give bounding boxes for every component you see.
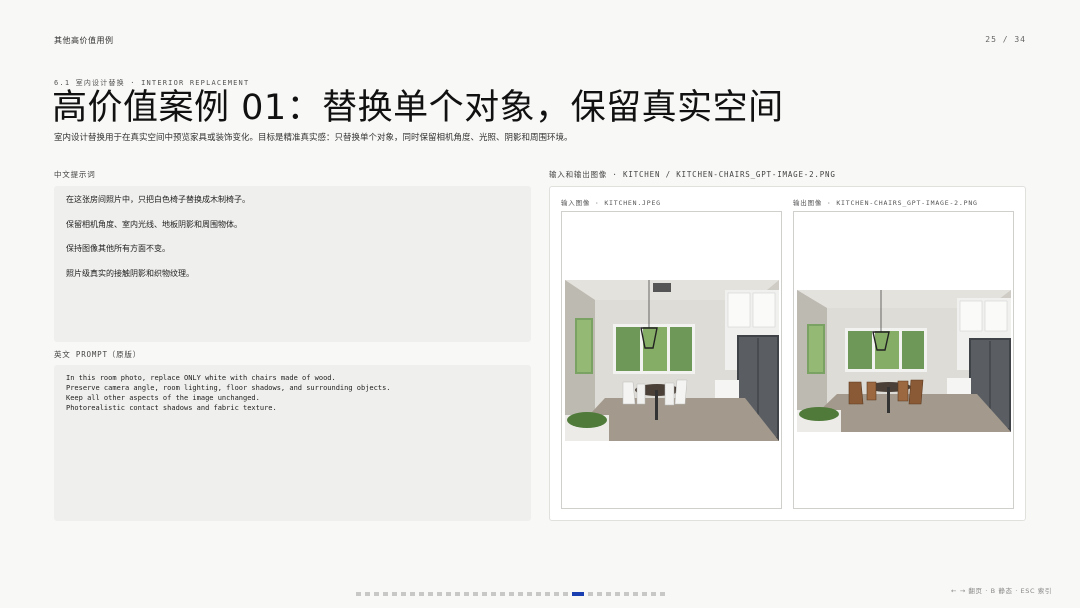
page-dot[interactable] <box>597 592 602 596</box>
prompt-zh-label: 中文提示词 <box>54 170 96 179</box>
prompt-zh-line: 保留相机角度、室内光线、地板阴影和周围物体。 <box>66 219 242 229</box>
prompt-en-box: In this room photo, replace ONLY white w… <box>54 365 531 521</box>
page-dot[interactable] <box>419 592 424 596</box>
page-dot[interactable] <box>401 592 406 596</box>
prompt-zh-box: 在这张房间照片中，只把白色椅子替换成木制椅子。 保留相机角度、室内光线、地板阴影… <box>54 186 531 342</box>
page-dot[interactable] <box>624 592 629 596</box>
prompt-zh-line: 保持图像其他所有方面不变。 <box>66 244 170 253</box>
page-dot[interactable] <box>545 592 550 596</box>
output-image-label: 输出图像 · KITCHEN-CHAIRS_GPT-IMAGE-2.PNG <box>793 199 978 207</box>
page-indicator <box>356 592 665 596</box>
section-label: 6.1 室内设计替换 · INTERIOR REPLACEMENT <box>54 79 250 87</box>
section-description: 室内设计替换用于在真实空间中预览家具或装饰变化。目标是精准真实感：只替换单个对象… <box>54 133 573 143</box>
page-dot[interactable] <box>437 592 442 596</box>
page-dot[interactable] <box>633 592 638 596</box>
page-dot[interactable] <box>642 592 647 596</box>
page-dot[interactable] <box>500 592 505 596</box>
page-dot[interactable] <box>527 592 532 596</box>
page-dot[interactable] <box>428 592 433 596</box>
input-image-label: 输入图像 · KITCHEN.JPEG <box>561 199 661 207</box>
keyboard-nav-hint: ← → 翻页 · B 静态 · ESC 索引 <box>951 587 1052 595</box>
page-title: 高价值案例 01：替换单个对象，保留真实空间 <box>52 88 784 128</box>
page-dot[interactable] <box>464 592 469 596</box>
prompt-zh-line: 照片级真实的接触阴影和织物纹理。 <box>66 268 194 278</box>
page-dot[interactable] <box>491 592 496 596</box>
image-comparison-panel: 输入图像 · KITCHEN.JPEG 输出图像 · KITCHEN-CHAIR… <box>549 186 1026 521</box>
input-kitchen-photo <box>565 280 779 441</box>
page-dot[interactable] <box>374 592 379 596</box>
prompt-en-line: Keep all other aspects of the image unch… <box>66 394 260 402</box>
page-dot[interactable] <box>509 592 514 596</box>
page-dot[interactable] <box>455 592 460 596</box>
page-dot[interactable] <box>554 592 559 596</box>
page-dot[interactable] <box>392 592 397 596</box>
images-label: 输入和输出图像 · KITCHEN / KITCHEN-CHAIRS_GPT-I… <box>549 170 836 179</box>
prompt-en-label: 英文 PROMPT（原版） <box>54 350 142 359</box>
page-dot[interactable] <box>588 592 593 596</box>
prompt-en-line: In this room photo, replace ONLY white w… <box>66 374 336 382</box>
page-dot[interactable] <box>356 592 361 596</box>
page-dot[interactable] <box>473 592 478 596</box>
prompt-en-line: Preserve camera angle, room lighting, fl… <box>66 384 391 392</box>
page-dot[interactable] <box>615 592 620 596</box>
page-dot[interactable] <box>651 592 656 596</box>
output-kitchen-photo <box>797 290 1011 432</box>
page-dot-active[interactable] <box>572 592 584 596</box>
doc-title: 其他高价值用例 <box>54 36 114 45</box>
page-counter: 25 / 34 <box>985 35 1026 44</box>
page-dot[interactable] <box>518 592 523 596</box>
page-dot[interactable] <box>660 592 665 596</box>
page-dot[interactable] <box>482 592 487 596</box>
page-dot[interactable] <box>536 592 541 596</box>
prompt-zh-line: 在这张房间照片中，只把白色椅子替换成木制椅子。 <box>66 195 250 204</box>
prompt-en-line: Photorealistic contact shadows and fabri… <box>66 404 277 412</box>
page-dot[interactable] <box>410 592 415 596</box>
page-dot[interactable] <box>606 592 611 596</box>
page-dot[interactable] <box>446 592 451 596</box>
page-dot[interactable] <box>563 592 568 596</box>
output-image-frame <box>793 211 1014 509</box>
input-image-frame <box>561 211 782 509</box>
page-dot[interactable] <box>383 592 388 596</box>
page-dot[interactable] <box>365 592 370 596</box>
